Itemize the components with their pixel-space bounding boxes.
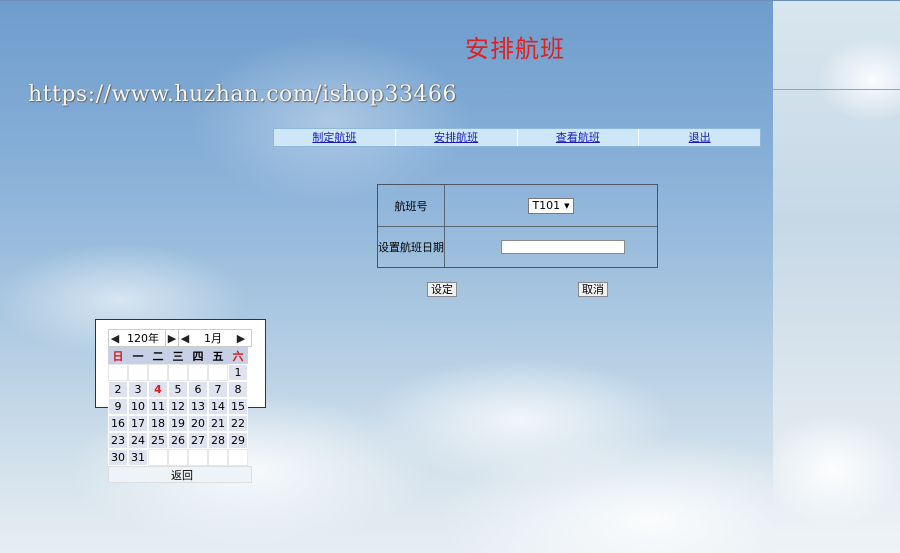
triangle-right-icon[interactable]: ▶ bbox=[235, 330, 247, 346]
calendar-day[interactable]: 11 bbox=[148, 398, 168, 415]
calendar-year[interactable]: 120年 bbox=[121, 330, 166, 346]
calendar-day[interactable]: 6 bbox=[188, 381, 208, 398]
calendar-day[interactable]: 19 bbox=[168, 415, 188, 432]
flight-number-cell: T101 ▼ bbox=[445, 185, 657, 226]
calendar-return-button[interactable]: 返回 bbox=[169, 467, 251, 482]
calendar-empty-cell bbox=[128, 364, 148, 381]
calendar-day[interactable]: 12 bbox=[168, 398, 188, 415]
triangle-right-icon[interactable]: ▶ bbox=[166, 330, 178, 346]
calendar-day[interactable]: 31 bbox=[128, 449, 148, 466]
nav-link-view-flight[interactable]: 查看航班 bbox=[556, 131, 600, 144]
calendar-empty-cell bbox=[208, 364, 228, 381]
calendar-day[interactable]: 2 bbox=[108, 381, 128, 398]
calendar-day[interactable]: 27 bbox=[188, 432, 208, 449]
calendar-day[interactable]: 10 bbox=[128, 398, 148, 415]
nav-item-view-flight: 查看航班 bbox=[518, 129, 640, 146]
calendar-empty-cell bbox=[148, 364, 168, 381]
cancel-button[interactable]: 取消 bbox=[578, 282, 608, 297]
calendar-empty-cell bbox=[188, 449, 208, 466]
calendar-day[interactable]: 28 bbox=[208, 432, 228, 449]
arrange-flight-form: 航班号 T101 ▼ 设置航班日期 bbox=[377, 184, 658, 268]
flight-number-label: 航班号 bbox=[378, 185, 445, 226]
calendar-day[interactable]: 15 bbox=[228, 398, 248, 415]
sky-background-right bbox=[773, 0, 900, 553]
calendar-empty-cell bbox=[148, 449, 168, 466]
nav-link-create-flight[interactable]: 制定航班 bbox=[312, 131, 356, 144]
nav-bar: 制定航班 安排航班 查看航班 退出 bbox=[273, 128, 761, 147]
calendar-day[interactable]: 25 bbox=[148, 432, 168, 449]
flight-date-cell bbox=[445, 227, 657, 267]
watermark-text: https://www.huzhan.com/ishop33466 bbox=[28, 82, 457, 107]
calendar-empty-cell bbox=[168, 449, 188, 466]
calendar-day[interactable]: 23 bbox=[108, 432, 128, 449]
flight-number-select[interactable]: T101 ▼ bbox=[528, 197, 574, 214]
calendar-day[interactable]: 20 bbox=[188, 415, 208, 432]
nav-link-logout[interactable]: 退出 bbox=[689, 131, 711, 144]
calendar-footer-spacer bbox=[109, 467, 169, 482]
calendar-day[interactable]: 3 bbox=[128, 381, 148, 398]
calendar-day[interactable]: 22 bbox=[228, 415, 248, 432]
calendar-grid: 日一二三四五六 1 2 3 4 5 6 7 8 9 10 11 12 13 14 15 16 17 18 19 20 21… bbox=[108, 347, 252, 466]
calendar-day[interactable]: 21 bbox=[208, 415, 228, 432]
calendar-day[interactable]: 5 bbox=[168, 381, 188, 398]
calendar-footer: 返回 bbox=[108, 466, 252, 483]
flight-number-row: 航班号 T101 ▼ bbox=[378, 185, 657, 227]
calendar-day[interactable]: 13 bbox=[188, 398, 208, 415]
calendar-empty-cell bbox=[208, 449, 228, 466]
calendar-header: ◀ 120年 ▶ ◀ 1月 ▶ bbox=[108, 329, 252, 347]
calendar-weekday: 五 bbox=[208, 347, 228, 364]
nav-item-arrange-flight: 安排航班 bbox=[396, 129, 518, 146]
calendar-day[interactable]: 4 bbox=[148, 381, 168, 398]
calendar-day[interactable]: 14 bbox=[208, 398, 228, 415]
calendar-day[interactable]: 26 bbox=[168, 432, 188, 449]
calendar-empty-cell bbox=[228, 449, 248, 466]
calendar-day[interactable]: 16 bbox=[108, 415, 128, 432]
calendar-empty-cell bbox=[188, 364, 208, 381]
calendar-weekday: 日 bbox=[108, 347, 128, 364]
calendar-empty-cell bbox=[108, 364, 128, 381]
calendar-weekday: 四 bbox=[188, 347, 208, 364]
calendar-day[interactable]: 7 bbox=[208, 381, 228, 398]
calendar-day[interactable]: 24 bbox=[128, 432, 148, 449]
calendar-day[interactable]: 30 bbox=[108, 449, 128, 466]
nav-link-arrange-flight[interactable]: 安排航班 bbox=[434, 131, 478, 144]
calendar-empty-cell bbox=[168, 364, 188, 381]
calendar-popup: ◀ 120年 ▶ ◀ 1月 ▶ 日一二三四五六 1 2 3 4 5 6 7 8 9 10 11 12 13… bbox=[108, 329, 252, 483]
calendar-day[interactable]: 18 bbox=[148, 415, 168, 432]
calendar-month[interactable]: 1月 bbox=[191, 330, 235, 346]
calendar-day[interactable]: 17 bbox=[128, 415, 148, 432]
calendar-day[interactable]: 8 bbox=[228, 381, 248, 398]
nav-item-create-flight: 制定航班 bbox=[274, 129, 396, 146]
page-title: 安排航班 bbox=[465, 35, 565, 63]
calendar-weekday: 六 bbox=[228, 347, 248, 364]
set-button[interactable]: 设定 bbox=[427, 282, 457, 297]
flight-date-input[interactable] bbox=[501, 240, 625, 254]
flight-date-label: 设置航班日期 bbox=[378, 227, 445, 267]
nav-item-logout: 退出 bbox=[639, 129, 760, 146]
triangle-left-icon[interactable]: ◀ bbox=[179, 330, 191, 346]
flight-number-value: T101 bbox=[532, 198, 561, 212]
calendar-weekday: 二 bbox=[148, 347, 168, 364]
calendar-day[interactable]: 9 bbox=[108, 398, 128, 415]
flight-date-row: 设置航班日期 bbox=[378, 227, 657, 267]
triangle-left-icon[interactable]: ◀ bbox=[109, 330, 121, 346]
calendar-weekday: 一 bbox=[128, 347, 148, 364]
triangle-down-icon: ▼ bbox=[564, 201, 570, 210]
calendar-weekday: 三 bbox=[168, 347, 188, 364]
calendar-day[interactable]: 29 bbox=[228, 432, 248, 449]
top-border bbox=[0, 0, 900, 1]
calendar-day[interactable]: 1 bbox=[228, 364, 248, 381]
